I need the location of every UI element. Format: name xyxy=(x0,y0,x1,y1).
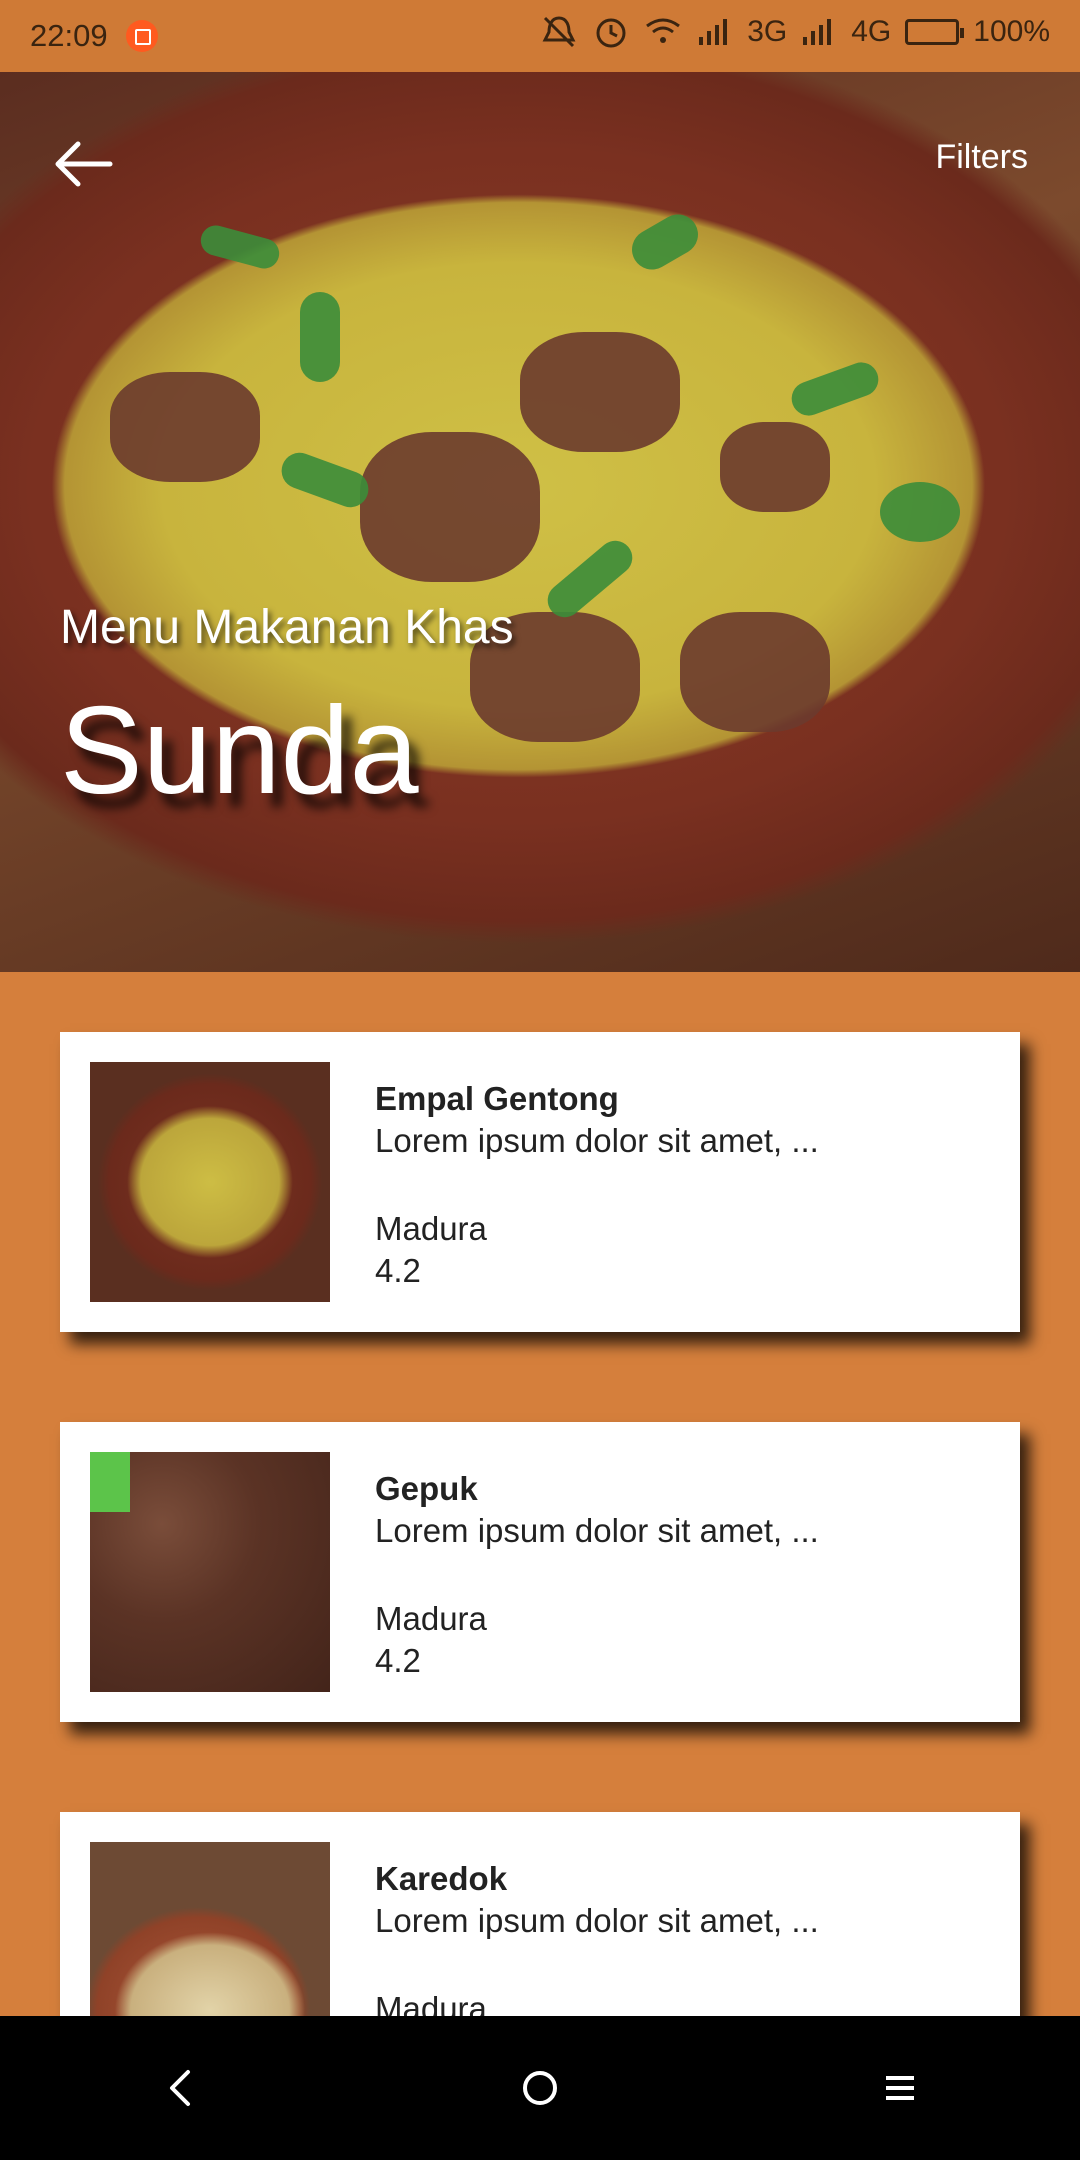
menu-description: Lorem ipsum dolor sit amet, ... xyxy=(375,1512,819,1549)
nav-back-button[interactable] xyxy=(140,2048,220,2128)
filters-button[interactable]: Filters xyxy=(935,138,1028,177)
menu-rating: 4.2 xyxy=(375,1252,421,1289)
network-3g: 3G xyxy=(747,15,788,48)
hero-food-image xyxy=(0,72,1080,972)
signal-icon xyxy=(699,19,728,45)
signal-icon-2 xyxy=(803,19,832,45)
menu-card[interactable]: Gepuk Lorem ipsum dolor sit amet, ... Ma… xyxy=(60,1422,1020,1722)
battery-icon xyxy=(905,19,965,45)
status-time: 22:09 xyxy=(30,18,108,53)
home-circle-icon xyxy=(523,2071,557,2105)
network-4g: 4G xyxy=(851,15,892,48)
menu-origin: Madura xyxy=(375,1600,487,1637)
status-bar: 22:09 3G 4G 100% xyxy=(0,0,1080,72)
hero-subtitle: Menu Makanan Khas xyxy=(60,601,514,654)
mute-icon xyxy=(542,16,576,48)
menu-description: Lorem ipsum dolor sit amet, ... xyxy=(375,1122,819,1159)
battery-percent: 100% xyxy=(973,15,1050,48)
hero-title: Sunda xyxy=(60,682,419,820)
wifi-icon xyxy=(646,18,681,43)
status-icons: 3G 4G 100% xyxy=(539,14,1050,50)
menu-thumbnail xyxy=(90,1062,330,1302)
menu-name: Empal Gentong xyxy=(375,1080,619,1117)
menu-rating: 4.2 xyxy=(375,1642,421,1679)
menu-thumbnail xyxy=(90,1452,330,1692)
nav-home-button[interactable] xyxy=(500,2048,580,2128)
menu-card[interactable]: Empal Gentong Lorem ipsum dolor sit amet… xyxy=(60,1032,1020,1332)
menu-lines-icon xyxy=(886,2076,914,2100)
back-triangle-icon xyxy=(170,2070,190,2106)
menu-name: Karedok xyxy=(375,1860,508,1897)
system-nav-bar xyxy=(0,2016,1080,2160)
menu-description: Lorem ipsum dolor sit amet, ... xyxy=(375,1902,819,1939)
alarm-icon xyxy=(596,18,626,48)
menu-name: Gepuk xyxy=(375,1470,478,1507)
menu-origin: Madura xyxy=(375,1210,487,1247)
screenshot-app-icon xyxy=(126,20,158,52)
back-arrow-icon[interactable] xyxy=(52,132,116,196)
hero-header: Filters Menu Makanan Khas Sunda xyxy=(0,72,1080,972)
nav-menu-button[interactable] xyxy=(860,2048,940,2128)
